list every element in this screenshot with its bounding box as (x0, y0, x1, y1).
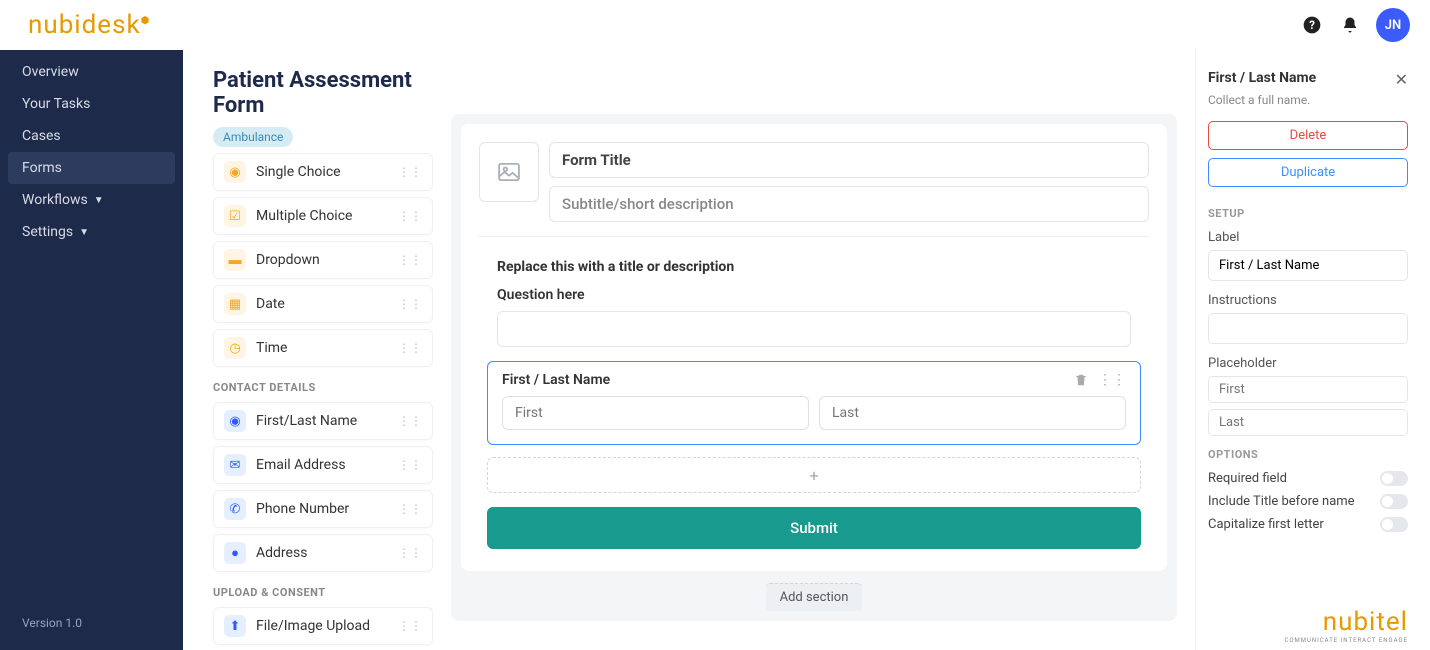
help-icon[interactable]: ? (1300, 13, 1324, 37)
form-image-upload[interactable] (479, 142, 539, 202)
grip-icon: ⋮⋮ (398, 414, 422, 428)
sidebar-item-overview[interactable]: Overview (0, 56, 183, 88)
palette-multiple-choice[interactable]: ☑Multiple Choice⋮⋮ (213, 197, 433, 235)
submit-button[interactable]: Submit (487, 507, 1141, 549)
delete-button[interactable]: Delete (1208, 121, 1408, 150)
radio-icon: ◉ (224, 161, 246, 183)
bell-icon[interactable] (1338, 13, 1362, 37)
close-icon[interactable]: ✕ (1395, 70, 1408, 89)
grip-icon: ⋮⋮ (398, 209, 422, 223)
name-field-selected[interactable]: First / Last Name ⋮⋮ (487, 361, 1141, 445)
first-name-input[interactable] (502, 396, 809, 430)
form-canvas: Replace this with a title or description… (461, 124, 1167, 571)
svg-text:?: ? (1309, 18, 1315, 32)
option-label: Include Title before name (1208, 494, 1380, 509)
title-toggle[interactable] (1380, 494, 1408, 509)
form-title-input[interactable] (549, 142, 1149, 178)
upload-icon: ⬆ (224, 615, 246, 637)
required-toggle[interactable] (1380, 471, 1408, 486)
grip-icon: ⋮⋮ (398, 619, 422, 633)
grip-icon: ⋮⋮ (398, 165, 422, 179)
prop-label: Instructions (1208, 293, 1408, 308)
duplicate-button[interactable]: Duplicate (1208, 158, 1408, 187)
prop-label: Placeholder (1208, 356, 1408, 371)
sidebar-item-workflows[interactable]: Workflows▼ (0, 184, 183, 216)
section-title[interactable]: Replace this with a title or description (497, 259, 1149, 275)
last-name-input[interactable] (819, 396, 1126, 430)
person-icon: ◉ (224, 410, 246, 432)
prop-label: Label (1208, 230, 1408, 245)
palette-category: CONTACT DETAILS (213, 381, 433, 394)
palette-phone[interactable]: ✆Phone Number⋮⋮ (213, 490, 433, 528)
field-label: First / Last Name (502, 372, 1064, 388)
palette-single-choice[interactable]: ◉Single Choice⋮⋮ (213, 153, 433, 191)
section-heading: SETUP (1208, 207, 1408, 220)
chevron-down-icon: ▼ (79, 227, 89, 238)
grip-icon: ⋮⋮ (398, 297, 422, 311)
grip-icon: ⋮⋮ (398, 502, 422, 516)
palette-time[interactable]: ◷Time⋮⋮ (213, 329, 433, 367)
option-label: Required field (1208, 471, 1380, 486)
calendar-icon: ▦ (224, 293, 246, 315)
category-tag[interactable]: Ambulance (213, 127, 293, 147)
palette-email[interactable]: ✉Email Address⋮⋮ (213, 446, 433, 484)
sidebar-item-tasks[interactable]: Your Tasks (0, 88, 183, 120)
question-label: Question here (497, 287, 1131, 303)
checkbox-icon: ☑ (224, 205, 246, 227)
option-label: Capitalize first letter (1208, 517, 1380, 532)
avatar[interactable]: JN (1376, 8, 1410, 42)
instructions-input[interactable] (1208, 313, 1408, 344)
trash-icon[interactable] (1074, 373, 1088, 387)
clock-icon: ◷ (224, 337, 246, 359)
text-answer-input[interactable] (497, 311, 1131, 347)
pin-icon: ● (224, 542, 246, 564)
properties-title: First / Last Name (1208, 70, 1395, 86)
palette-date[interactable]: ▦Date⋮⋮ (213, 285, 433, 323)
phone-icon: ✆ (224, 498, 246, 520)
palette-address[interactable]: ●Address⋮⋮ (213, 534, 433, 572)
section-heading: OPTIONS (1208, 448, 1408, 461)
chevron-down-icon: ▼ (94, 195, 104, 206)
grip-icon: ⋮⋮ (398, 253, 422, 267)
dropdown-icon: ▬ (224, 249, 246, 271)
palette-upload[interactable]: ⬆File/Image Upload⋮⋮ (213, 607, 433, 645)
page-title: Patient Assessment Form (213, 68, 433, 118)
properties-panel: First / Last Name ✕ Collect a full name.… (1195, 50, 1430, 650)
brand-logo: nubitel COMMUNICATE INTERACT ENGAGE (1284, 607, 1408, 644)
sidebar: Overview Your Tasks Cases Forms Workflow… (0, 50, 183, 650)
palette-name[interactable]: ◉First/Last Name⋮⋮ (213, 402, 433, 440)
form-subtitle-input[interactable] (549, 186, 1149, 222)
palette-category: UPLOAD & CONSENT (213, 586, 433, 599)
version-label: Version 1.0 (0, 616, 183, 650)
palette-dropdown[interactable]: ▬Dropdown⋮⋮ (213, 241, 433, 279)
grip-icon: ⋮⋮ (398, 546, 422, 560)
grip-icon[interactable]: ⋮⋮ (1098, 372, 1126, 388)
properties-subtitle: Collect a full name. (1208, 93, 1408, 107)
app-logo: nubidesk⬢ (28, 10, 150, 40)
placeholder-last-input[interactable] (1208, 409, 1408, 436)
label-input[interactable] (1208, 250, 1408, 281)
sidebar-item-settings[interactable]: Settings▼ (0, 216, 183, 248)
add-section-button[interactable]: Add section (766, 583, 863, 611)
placeholder-first-input[interactable] (1208, 376, 1408, 403)
sidebar-item-cases[interactable]: Cases (0, 120, 183, 152)
grip-icon: ⋮⋮ (398, 341, 422, 355)
capitalize-toggle[interactable] (1380, 517, 1408, 532)
grip-icon: ⋮⋮ (398, 458, 422, 472)
add-field-dropzone[interactable]: + (487, 457, 1141, 493)
sidebar-item-forms[interactable]: Forms (8, 152, 175, 184)
mail-icon: ✉ (224, 454, 246, 476)
